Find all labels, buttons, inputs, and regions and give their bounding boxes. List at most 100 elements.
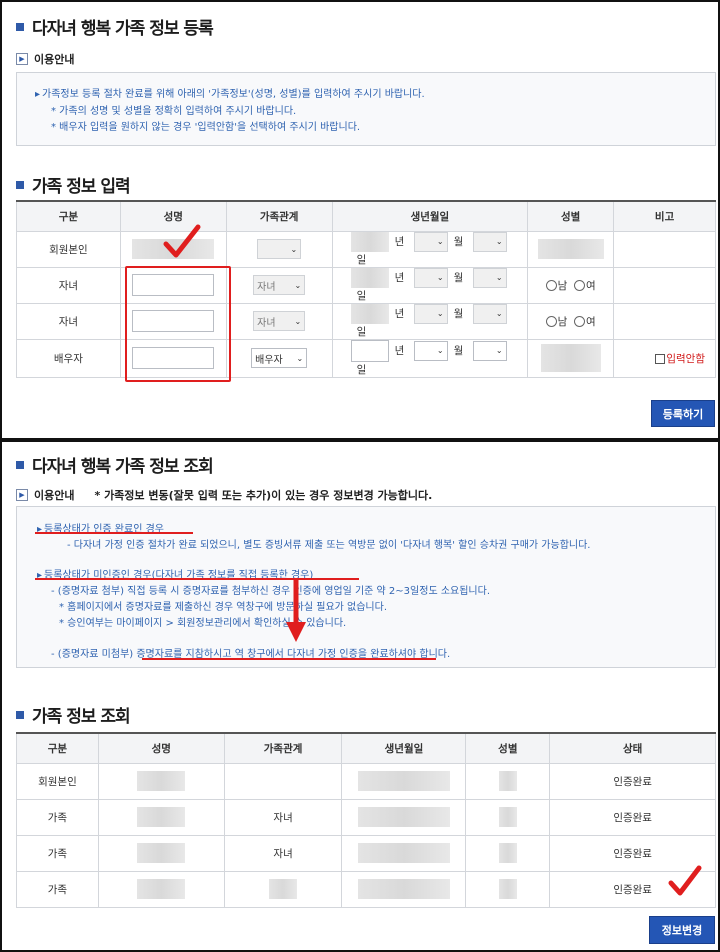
column-header: 상태: [549, 732, 716, 764]
annotation-underline: [35, 578, 359, 580]
column-header: 성명: [97, 732, 225, 764]
relation-select[interactable]: 자녀 ⌄: [253, 275, 306, 295]
guide-line: * 배우자 입력을 원하지 않는 경우 '입력안함'을 선택하여 주시기 바랍니…: [51, 122, 361, 133]
guide-line: * 가족의 성명 및 성별을 정확히 입력하여 주시기 바랍니다.: [51, 106, 297, 117]
row-type: 가족: [16, 834, 99, 872]
chevron-down-icon: ⌄: [436, 346, 444, 355]
chevron-down-icon: ⌄: [296, 353, 304, 363]
chevron-down-icon: ⌄: [436, 309, 444, 318]
masked-gender: [537, 239, 604, 259]
column-header: 비고: [613, 200, 716, 232]
masked-year: [350, 303, 389, 324]
month-select[interactable]: ⌄: [413, 303, 448, 324]
chevron-down-icon: ⌄: [290, 244, 298, 254]
square-bullet-icon: [16, 460, 24, 469]
family-lookup-panel: 다자녀 행복 가족 정보 조회 ▶ 이용안내 * 가족정보 변동(잘못 입력 또…: [0, 440, 720, 952]
column-header: 가족관계: [223, 732, 343, 764]
red-arrow-down-icon: [286, 578, 306, 642]
table-row: 가족 자녀 인증완료: [16, 834, 716, 872]
guide-line: * 홈페이지에서 증명자료를 제출하신 경우 역창구에 방문하실 필요가 없습니…: [59, 602, 388, 613]
column-header: 생년월일: [341, 732, 467, 764]
day-select[interactable]: ⌄: [472, 231, 507, 252]
chevron-down-icon: ⌄: [495, 309, 503, 318]
row-status: 인증완료: [549, 762, 716, 800]
row-type: 자녀: [16, 302, 121, 340]
gender-male-radio[interactable]: [545, 280, 557, 291]
masked-birthdate: [357, 879, 450, 899]
change-info-button[interactable]: 정보변경: [649, 916, 715, 944]
square-bullet-icon: [16, 22, 24, 31]
day-select[interactable]: ⌄: [472, 267, 507, 288]
masked-gender: [498, 807, 517, 827]
relation-select[interactable]: 배우자 ⌄: [251, 348, 308, 368]
gender-female-radio[interactable]: [574, 280, 586, 291]
red-check-icon: [668, 865, 702, 896]
masked-year: [350, 231, 389, 252]
register-button[interactable]: 등록하기: [651, 400, 715, 427]
register-title: 다자녀 행복 가족 정보 등록: [16, 14, 214, 39]
chevron-down-icon: ⌄: [495, 273, 503, 282]
chevron-down-icon: ⌄: [495, 237, 503, 246]
guide-line: - (증명자료 첨부) 직접 등록 시 증명자료를 첨부하신 경우 인증에 영업…: [51, 586, 490, 597]
table-row: 가족 자녀 인증완료: [16, 798, 716, 836]
chevron-down-icon: ⌄: [294, 316, 302, 326]
year-input[interactable]: [350, 339, 389, 362]
table-row: 배우자 배우자 ⌄ 년 ⌄ 월 ⌄ 일 입력안함: [16, 338, 716, 378]
row-type: 회원본인: [16, 762, 99, 800]
column-header: 성별: [465, 732, 551, 764]
day-select[interactable]: ⌄: [472, 340, 507, 361]
row-type: 배우자: [16, 338, 121, 378]
masked-year: [350, 267, 389, 288]
masked-birthdate: [357, 807, 450, 827]
family-input-table: 구분 성명 가족관계 생년월일 성별 비고 회원본인 ⌄ 년 ⌄ 월 ⌄ 일 자녀: [16, 200, 716, 378]
table-row: 자녀 자녀 ⌄ 년 ⌄ 월 ⌄ 일 남 여: [16, 302, 716, 340]
gender-male-radio[interactable]: [545, 316, 557, 327]
day-select[interactable]: ⌄: [472, 303, 507, 324]
masked-name: [137, 843, 186, 863]
row-type: 회원본인: [16, 230, 121, 268]
table-row: 회원본인 ⌄ 년 ⌄ 월 ⌄ 일: [16, 230, 716, 268]
masked-gender: [498, 843, 517, 863]
chevron-down-icon: ⌄: [495, 346, 503, 355]
chevron-down-icon: ⌄: [294, 280, 302, 290]
masked-gender: [498, 879, 517, 899]
square-bullet-icon: [16, 710, 24, 719]
relation-select[interactable]: 자녀 ⌄: [253, 311, 306, 331]
row-type: 가족: [16, 798, 99, 836]
month-select[interactable]: ⌄: [413, 340, 448, 361]
play-box-icon: ▶: [16, 53, 28, 65]
month-select[interactable]: ⌄: [413, 231, 448, 252]
lookup-title: 다자녀 행복 가족 정보 조회: [16, 452, 214, 477]
annotation-underline: [142, 658, 436, 660]
no-input-checkbox[interactable]: [655, 353, 666, 364]
register-guide-box: 가족정보 등록 절차 완료를 위해 아래의 '가족정보'(성명, 성별)를 입력…: [16, 72, 716, 146]
lookup-guide-heading: ▶ 이용안내 * 가족정보 변동(잘못 입력 또는 추가)이 있는 경우 정보변…: [16, 487, 432, 503]
masked-name: [137, 771, 186, 791]
lookup-table-title: 가족 정보 조회: [16, 702, 131, 727]
masked-name: [137, 879, 186, 899]
row-relation: 자녀: [223, 798, 343, 836]
masked-gender: [540, 344, 601, 372]
register-guide-heading: ▶ 이용안내: [16, 51, 74, 67]
relation-select[interactable]: ⌄: [257, 239, 302, 259]
row-relation: 자녀: [223, 834, 343, 872]
column-header: 성별: [527, 200, 615, 232]
input-section-title: 가족 정보 입력: [16, 172, 131, 197]
masked-relation: [269, 879, 298, 899]
gender-female-radio[interactable]: [574, 316, 586, 327]
annotation-highlight-box: [125, 266, 231, 382]
column-header: 구분: [16, 732, 99, 764]
masked-name: [137, 807, 186, 827]
table-row: 회원본인 인증완료: [16, 762, 716, 800]
family-lookup-table: 구분 성명 가족관계 생년월일 성별 상태 회원본인 인증완료 가족 자녀 인증…: [16, 732, 716, 908]
guide-line: 가족정보 등록 절차 완료를 위해 아래의 '가족정보'(성명, 성별)를 입력…: [35, 85, 425, 100]
row-relation: [223, 762, 343, 800]
masked-birthdate: [357, 771, 450, 791]
red-check-icon: [163, 224, 201, 258]
play-box-icon: ▶: [16, 489, 28, 501]
column-header: 구분: [16, 200, 121, 232]
square-bullet-icon: [16, 180, 24, 189]
guide-line: - 다자녀 가정 인증 절차가 완료 되었으니, 별도 증빙서류 제출 또는 역…: [67, 540, 591, 551]
month-select[interactable]: ⌄: [413, 267, 448, 288]
column-header: 생년월일: [331, 200, 529, 232]
